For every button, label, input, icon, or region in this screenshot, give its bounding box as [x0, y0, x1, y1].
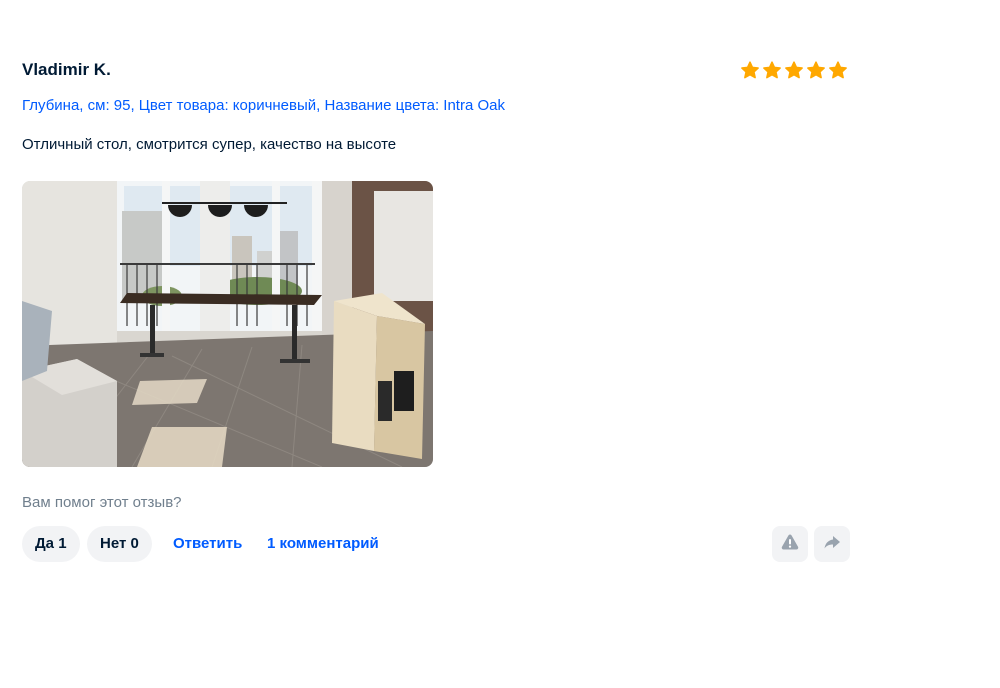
star-icon — [828, 61, 848, 80]
product-properties: Глубина, см: 95, Цвет товара: коричневый… — [22, 97, 505, 114]
helpful-question: Вам помог этот отзыв? — [22, 494, 182, 511]
review-card: Vladimir K. Глубина, см: 95, Цвет товара… — [22, 58, 850, 562]
review-author: Vladimir K. — [22, 60, 111, 79]
helpful-yes-button[interactable]: Да 1 — [22, 526, 80, 562]
star-icon — [740, 61, 760, 80]
star-icon — [784, 61, 804, 80]
review-photo[interactable] — [22, 181, 433, 467]
review-header: Vladimir K. — [22, 58, 850, 84]
warning-icon — [780, 532, 800, 557]
star-icon — [806, 61, 826, 80]
share-icon — [822, 532, 842, 557]
star-icon — [762, 61, 782, 80]
review-actions: Да 1 Нет 0 Ответить 1 комментарий — [22, 526, 850, 562]
comments-link[interactable]: 1 комментарий — [267, 526, 379, 562]
reply-link[interactable]: Ответить — [173, 526, 242, 562]
rating-stars — [740, 61, 848, 80]
review-text: Отличный стол, смотрится супер, качество… — [22, 136, 397, 153]
share-button[interactable] — [814, 526, 850, 562]
report-button[interactable] — [772, 526, 808, 562]
room-photo-illustration — [22, 181, 433, 467]
helpful-no-button[interactable]: Нет 0 — [87, 526, 152, 562]
